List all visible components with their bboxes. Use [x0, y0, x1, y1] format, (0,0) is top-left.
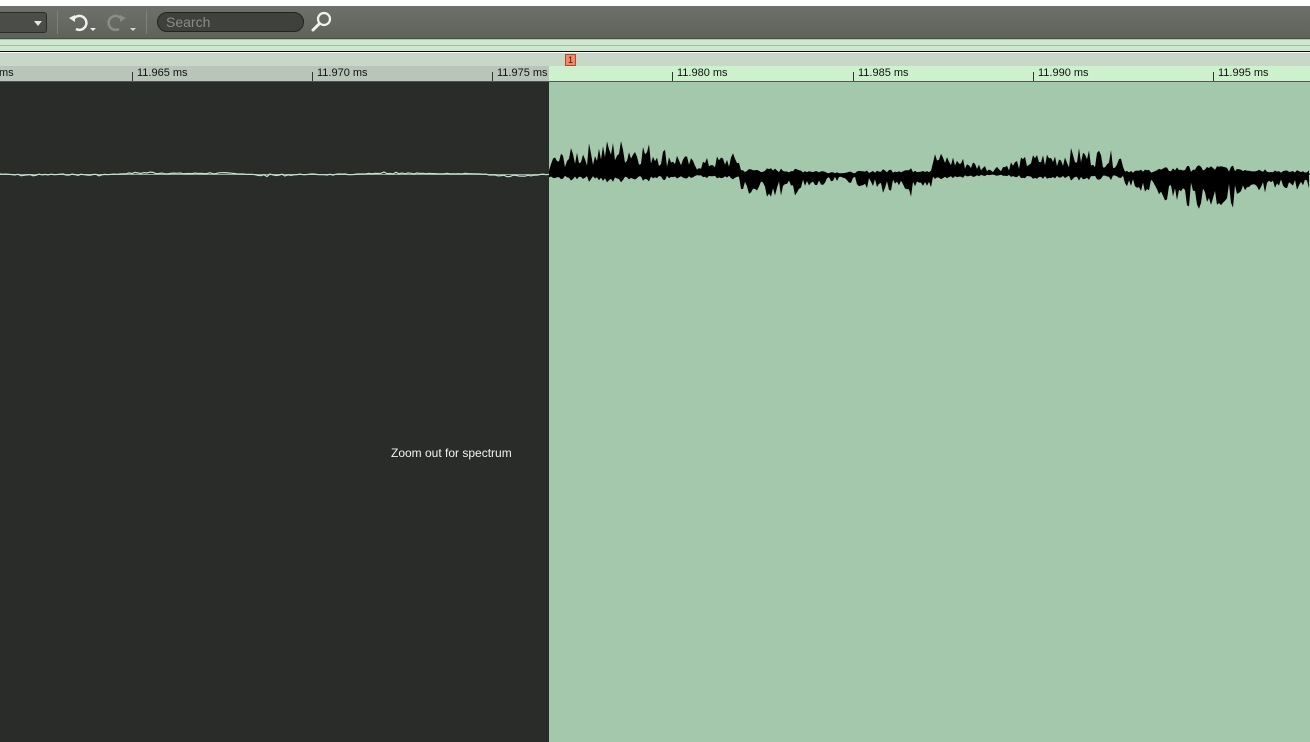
ruler-label: 11.985 ms [858, 67, 909, 79]
waveform-trace [0, 171, 549, 178]
toolbar-separator [146, 11, 147, 34]
waveform-editor[interactable]: Zoom out for spectrum [0, 82, 1310, 742]
search-input[interactable] [157, 12, 304, 32]
ruler-unselected-range [0, 66, 549, 82]
waveform-selected [549, 141, 1310, 209]
waveform-trace [549, 141, 1309, 209]
overview-bar[interactable] [0, 39, 1310, 52]
ruler-label: 11.990 ms [1038, 67, 1089, 79]
undo-icon [69, 14, 96, 32]
magnifier-icon [311, 11, 332, 32]
redo-button[interactable] [105, 11, 139, 34]
time-ruler[interactable]: ms 11.965 ms 11.970 ms 11.975 ms 11.980 … [0, 66, 1310, 82]
cue-marker[interactable]: 1 [565, 54, 576, 66]
search-button[interactable] [311, 11, 333, 34]
toolbar [0, 6, 1310, 39]
undo-button[interactable] [67, 11, 97, 34]
ruler-label: ms [0, 67, 14, 79]
spectrum-message: Zoom out for spectrum [391, 446, 512, 460]
waveform-unselected [0, 171, 549, 178]
ruler-label: 11.995 ms [1218, 67, 1269, 79]
workspace-dropdown[interactable] [0, 12, 47, 33]
chevron-down-icon [34, 21, 42, 26]
ruler-label: 11.965 ms [137, 67, 188, 79]
ruler-label: 11.970 ms [317, 67, 368, 79]
marker-strip[interactable]: 1 [0, 53, 1310, 66]
overview-waveform-line [0, 45, 1310, 46]
toolbar-separator [57, 11, 58, 34]
ruler-label: 11.980 ms [677, 67, 728, 79]
redo-icon [107, 14, 136, 32]
ruler-selected-range [549, 66, 1310, 82]
ruler-label: 11.975 ms [497, 67, 548, 79]
audio-editor-window: 1 ms 11.965 ms 11.970 ms 11.975 ms 11.98… [0, 6, 1310, 742]
